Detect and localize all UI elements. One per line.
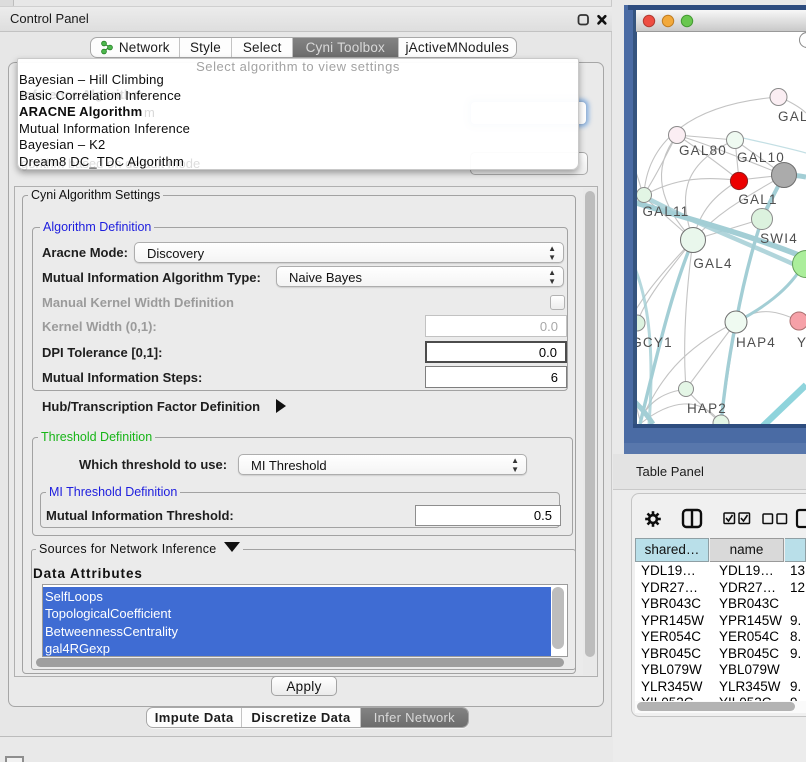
svg-text:HAP4: HAP4 <box>736 335 776 350</box>
svg-text:GAL10: GAL10 <box>737 150 785 165</box>
svg-text:GAL11: GAL11 <box>642 204 689 219</box>
svg-text:Y: Y <box>797 335 806 350</box>
svg-text:GAL1: GAL1 <box>738 192 777 207</box>
svg-text:GAL7: GAL7 <box>778 109 806 124</box>
svg-text:GAL80: GAL80 <box>679 143 727 158</box>
svg-text:HAP2: HAP2 <box>687 401 727 416</box>
svg-text:SWI4: SWI4 <box>760 231 798 246</box>
svg-text:GCY1: GCY1 <box>637 335 673 350</box>
svg-text:GAL4: GAL4 <box>693 256 732 271</box>
